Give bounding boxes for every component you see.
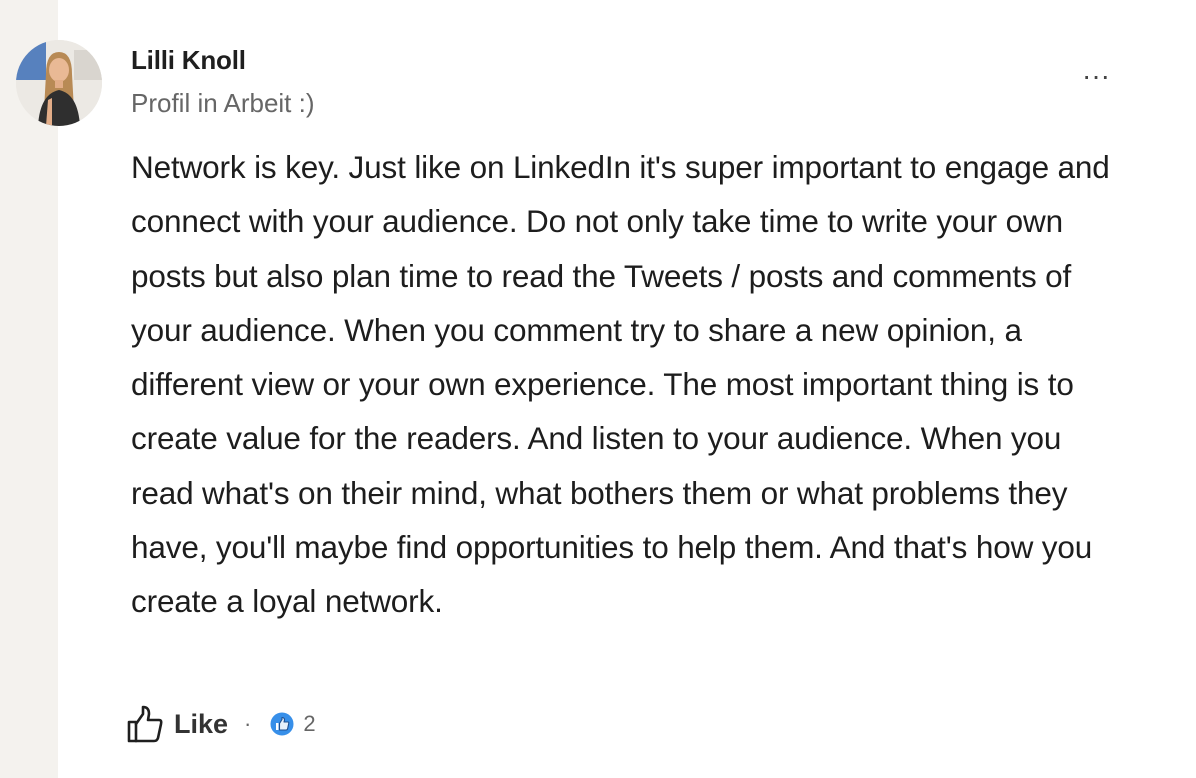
profile-photo bbox=[16, 40, 102, 126]
avatar[interactable] bbox=[16, 40, 102, 126]
like-reaction-icon bbox=[269, 711, 295, 737]
separator-dot: · bbox=[244, 711, 252, 736]
author-name[interactable]: Lilli Knoll bbox=[131, 45, 246, 76]
more-horizontal-icon: ··· bbox=[1082, 60, 1110, 91]
reactions-summary[interactable]: 2 bbox=[269, 711, 316, 737]
author-headline: Profil in Arbeit :) bbox=[131, 88, 315, 118]
like-label: Like bbox=[174, 708, 229, 739]
reaction-count: 2 bbox=[303, 711, 316, 736]
comment-actions: Like · 2 bbox=[126, 702, 316, 746]
comment-text: Network is key. Just like on LinkedIn it… bbox=[131, 149, 1110, 620]
thumbs-up-outline-icon bbox=[126, 704, 164, 744]
comment-card: Lilli Knoll Profil in Arbeit :) ··· Netw… bbox=[0, 0, 1196, 778]
more-options-button[interactable]: ··· bbox=[1078, 62, 1114, 98]
like-button[interactable]: Like bbox=[126, 704, 228, 744]
